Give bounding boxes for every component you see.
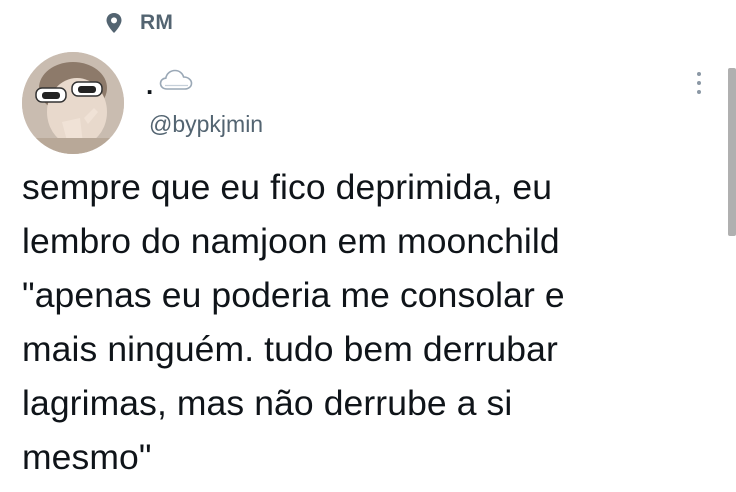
tweet-text-line: sempre que eu fico deprimida, eu: [22, 167, 553, 207]
more-vertical-icon: [697, 81, 701, 85]
avatar[interactable]: [22, 52, 124, 154]
author-handle[interactable]: @bypkjmin: [149, 110, 263, 138]
tweet-text-line: mesmo": [22, 437, 152, 477]
more-options-button[interactable]: [686, 66, 712, 100]
context-label: RM: [140, 11, 174, 34]
cloud-icon: [159, 68, 193, 92]
more-vertical-icon: [697, 90, 701, 94]
location-pin-icon: [104, 12, 124, 34]
social-context[interactable]: RM: [104, 8, 173, 38]
tweet-text-line: mais ninguém. tudo bem derrubar: [22, 329, 558, 369]
tweet-text: sempre que eu fico deprimida, eu lembro …: [22, 160, 702, 484]
tweet-text-line: "apenas eu poderia me consolar e: [22, 275, 565, 315]
scrollbar[interactable]: [728, 68, 736, 236]
more-vertical-icon: [697, 72, 701, 76]
tweet-text-line: lembro do namjoon em moonchild: [22, 221, 560, 261]
tweet-text-line: lagrimas, mas não derrube a si: [22, 383, 513, 423]
author-name-row[interactable]: .: [146, 62, 193, 98]
author-display-name: .: [146, 70, 154, 100]
